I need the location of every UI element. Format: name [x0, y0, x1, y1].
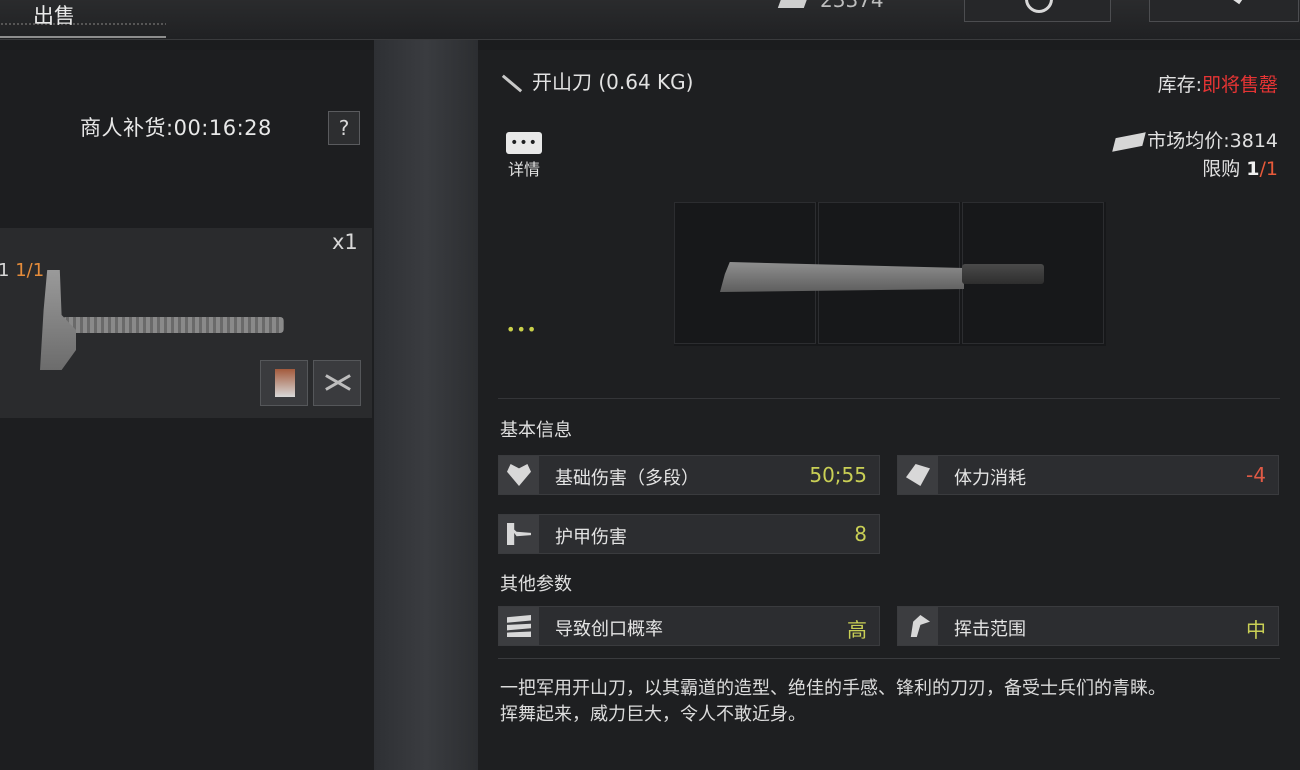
tool-button[interactable] [1149, 0, 1299, 22]
details-button[interactable]: 详情 [504, 132, 544, 180]
currency-amount: 23374 [820, 0, 884, 12]
market-price: 市场均价:3814 [1112, 126, 1278, 153]
merchant-panel: 商人补货:00:16:28 ? : 1 1/1 x1 [0, 50, 374, 770]
money-icon [1112, 131, 1147, 152]
stat-value: 中 [1246, 618, 1266, 642]
divider [498, 658, 1280, 659]
knife-icon [501, 74, 523, 93]
item-limit-value: 1/1 [15, 260, 45, 281]
restock-time: 00:16:28 [173, 116, 272, 140]
sell-tab[interactable]: 出售 [0, 0, 166, 38]
stamina-icon [906, 464, 930, 486]
purchase-limit-used: 1 [1246, 158, 1260, 180]
stat-value: 高 [847, 618, 867, 642]
item-name-fragment: : [0, 230, 2, 251]
item-limit-prefix: 1 [0, 260, 10, 281]
help-button[interactable]: ? [328, 111, 360, 145]
rarity-indicator-icon: ••• [506, 320, 538, 339]
background-pillar [374, 40, 478, 770]
broken-heart-icon [507, 464, 531, 486]
equipment-icon [275, 369, 295, 397]
refresh-icon [1025, 0, 1053, 13]
stat-icon-box [499, 456, 539, 494]
armor-damage-icon [507, 523, 531, 545]
item-preview [674, 202, 1106, 346]
market-price-value: 3814 [1229, 130, 1278, 152]
knife-icon [1211, 0, 1243, 5]
stat-base-damage: 基础伤害（多段） 50;55 [498, 455, 880, 495]
market-price-label: 市场均价: [1147, 130, 1230, 152]
stat-bleed-chance: 导致创口概率 高 [498, 606, 880, 646]
stat-label: 基础伤害（多段） [555, 468, 699, 489]
restock-timer: 商人补货:00:16:28 [80, 112, 272, 142]
divider [498, 398, 1280, 399]
stat-label: 导致创口概率 [555, 619, 663, 640]
description-line: 一把军用开山刀，以其霸道的造型、绝佳的手感、锋利的刀刃，备受士兵们的青睐。 [500, 678, 1166, 699]
stock-value: 即将售罄 [1201, 74, 1278, 96]
purchase-limit: 限购 1/1 [1202, 154, 1278, 181]
refresh-button[interactable] [964, 0, 1111, 22]
stock-status: 库存:即将售罄 [1158, 70, 1278, 97]
item-detail-panel: 开山刀 (0.64 KG) 库存:即将售罄 详情 市场均价:3814 限购 1/… [478, 50, 1300, 770]
other-params-heading: 其他参数 [500, 574, 572, 595]
item-quantity: x1 [332, 230, 358, 254]
description-line: 挥舞起来，威力巨大，令人不敢近身。 [500, 704, 806, 725]
stat-label: 挥击范围 [954, 619, 1026, 640]
stat-value: 50;55 [809, 463, 867, 487]
restock-label: 商人补货: [80, 116, 174, 140]
stat-value: -4 [1246, 463, 1266, 487]
swing-icon [910, 615, 930, 637]
stock-label: 库存: [1157, 74, 1202, 96]
stat-label: 护甲伤害 [555, 527, 627, 548]
stat-icon-box [898, 456, 938, 494]
currency-display: 23374 [777, 0, 884, 12]
wound-icon [507, 615, 531, 637]
axe-handle-image [62, 317, 284, 333]
attachment-slot-2[interactable] [313, 360, 361, 406]
money-icon [777, 0, 809, 8]
stat-icon-box [898, 607, 938, 645]
top-bar: 出售 23374 [0, 0, 1300, 40]
item-title: 开山刀 (0.64 KG) [500, 66, 693, 95]
basic-info-heading: 基本信息 [500, 420, 572, 441]
stat-armor-damage: 护甲伤害 8 [498, 514, 880, 554]
purchase-limit-total: /1 [1259, 158, 1279, 180]
stat-label: 体力消耗 [954, 468, 1026, 489]
item-card-axe[interactable]: : 1 1/1 x1 [0, 228, 372, 418]
item-description: 一把军用开山刀，以其霸道的造型、绝佳的手感、锋利的刀刃，备受士兵们的青睐。 挥舞… [500, 676, 1290, 728]
more-icon [506, 132, 542, 154]
stat-swing-range: 挥击范围 中 [897, 606, 1279, 646]
stat-icon-box [499, 607, 539, 645]
item-limit: 1 1/1 [0, 260, 44, 281]
purchase-limit-label: 限购 [1202, 158, 1241, 180]
item-title-text: 开山刀 (0.64 KG) [532, 70, 694, 94]
sell-tab-label: 出售 [33, 4, 75, 28]
details-label: 详情 [507, 160, 540, 179]
attachment-slot-1[interactable] [260, 360, 308, 406]
stat-icon-box [499, 515, 539, 553]
machete-handle-image [962, 264, 1044, 284]
stat-stamina-cost: 体力消耗 -4 [897, 455, 1279, 495]
stat-value: 8 [854, 522, 867, 546]
